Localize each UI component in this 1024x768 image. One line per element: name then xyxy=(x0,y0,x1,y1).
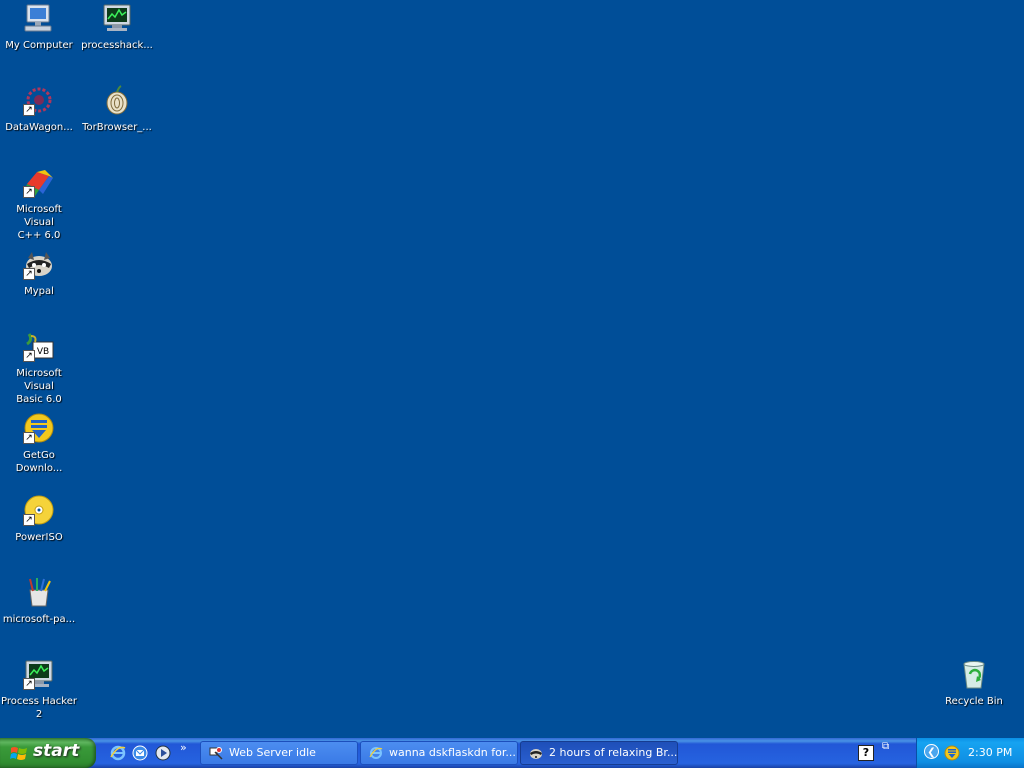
desktop-icon-visual-basic[interactable]: VB ↗ Microsoft Visual Basic 6.0 xyxy=(0,330,78,406)
quicklaunch-more-chevron[interactable]: » xyxy=(180,741,187,754)
task-mypal-video[interactable]: 2 hours of relaxing Br... xyxy=(520,741,678,765)
desktop-icon-poweriso[interactable]: ↗ PowerISO xyxy=(0,494,78,544)
datawagon-icon: ↗ xyxy=(23,84,55,116)
desktop-icon-process-hacker-2[interactable]: ↗ Process Hacker 2 xyxy=(0,658,78,721)
system-tray: ❮ 2:30 PM xyxy=(916,738,1024,768)
help-icon[interactable]: ? xyxy=(858,745,874,761)
poweriso-disc-icon: ↗ xyxy=(23,494,55,526)
desktop-icon-microsoft-paint[interactable]: microsoft-pa... xyxy=(0,576,78,626)
web-server-icon xyxy=(209,746,223,760)
icon-label: My Computer xyxy=(5,40,73,51)
desktop-icon-torbrowser[interactable]: TorBrowser_... xyxy=(78,84,156,134)
outlook-express-icon xyxy=(132,745,148,761)
internet-explorer-icon xyxy=(369,746,383,760)
recycle-bin-icon xyxy=(958,658,990,690)
icon-label: TorBrowser_... xyxy=(82,122,152,133)
shortcut-arrow-icon: ↗ xyxy=(23,268,35,280)
visual-basic-icon: VB ↗ xyxy=(23,330,55,362)
restore-windows-icon[interactable]: ⧉ xyxy=(882,742,894,762)
desktop-icon-datawagon[interactable]: ↗ DataWagon... xyxy=(0,84,78,134)
icon-label: Recycle Bin xyxy=(945,696,1003,707)
task-browser-search[interactable]: wanna dskflaskdn for... xyxy=(360,741,518,765)
tor-onion-icon xyxy=(101,84,133,116)
task-label: wanna dskflaskdn for... xyxy=(389,746,516,759)
getgo-download-icon[interactable] xyxy=(944,745,960,761)
mypal-raccoon-icon: ↗ xyxy=(23,248,55,280)
quicklaunch-media-player[interactable] xyxy=(155,745,171,761)
mypal-raccoon-icon xyxy=(529,746,543,760)
internet-explorer-icon xyxy=(110,745,126,761)
start-label: start xyxy=(33,741,80,761)
my-computer-icon xyxy=(23,2,55,34)
icon-label: Process Hacker 2 xyxy=(1,696,77,720)
paint-brushes-icon xyxy=(23,576,55,608)
quicklaunch-outlook-express[interactable] xyxy=(132,745,148,761)
visual-cpp-icon: ↗ xyxy=(23,166,55,198)
task-label: 2 hours of relaxing Br... xyxy=(549,746,678,759)
shortcut-arrow-icon: ↗ xyxy=(23,678,35,690)
icon-label: DataWagon... xyxy=(5,122,73,133)
show-hidden-icons-chevron-icon[interactable]: ❮ xyxy=(924,744,939,759)
media-player-icon xyxy=(155,745,171,761)
windows-flag-icon xyxy=(10,745,28,761)
clock[interactable]: 2:30 PM xyxy=(968,746,1012,759)
desktop-icon-mypal[interactable]: ↗ Mypal xyxy=(0,248,78,298)
icon-label: GetGo Downlo... xyxy=(15,450,63,474)
desktop-icon-getgo[interactable]: ↗ GetGo Downlo... xyxy=(0,412,78,475)
desktop-icon-my-computer[interactable]: My Computer xyxy=(0,2,78,52)
task-label: Web Server idle xyxy=(229,746,316,759)
getgo-download-icon: ↗ xyxy=(23,412,55,444)
shortcut-arrow-icon: ↗ xyxy=(23,104,35,116)
svg-text:VB: VB xyxy=(37,347,49,357)
icon-label: processhack... xyxy=(81,40,153,51)
shortcut-arrow-icon: ↗ xyxy=(23,514,35,526)
icon-label: PowerISO xyxy=(15,532,63,543)
shortcut-arrow-icon: ↗ xyxy=(23,350,35,362)
desktop-icon-recycle-bin[interactable]: Recycle Bin xyxy=(935,658,1013,708)
shortcut-arrow-icon: ↗ xyxy=(23,186,35,198)
taskbar: start » Web Server idle wanna dskflaskdn… xyxy=(0,738,1024,768)
icon-label: Microsoft Visual C++ 6.0 xyxy=(16,204,62,241)
icon-label: Mypal xyxy=(24,286,54,297)
desktop-icon-visual-cpp[interactable]: ↗ Microsoft Visual C++ 6.0 xyxy=(0,166,78,242)
process-hacker-icon: ↗ xyxy=(23,658,55,690)
icon-label: microsoft-pa... xyxy=(2,614,76,625)
process-hacker-icon xyxy=(101,2,133,34)
desktop[interactable]: My Computer ↗ DataWagon... ↗ Microsoft V… xyxy=(0,0,1024,738)
shortcut-arrow-icon: ↗ xyxy=(23,432,35,444)
desktop-icon-processhacker[interactable]: processhack... xyxy=(78,2,156,52)
start-button[interactable]: start xyxy=(0,738,96,768)
task-web-server[interactable]: Web Server idle xyxy=(200,741,358,765)
quicklaunch-internet-explorer[interactable] xyxy=(110,745,126,761)
icon-label: Microsoft Visual Basic 6.0 xyxy=(16,368,62,405)
